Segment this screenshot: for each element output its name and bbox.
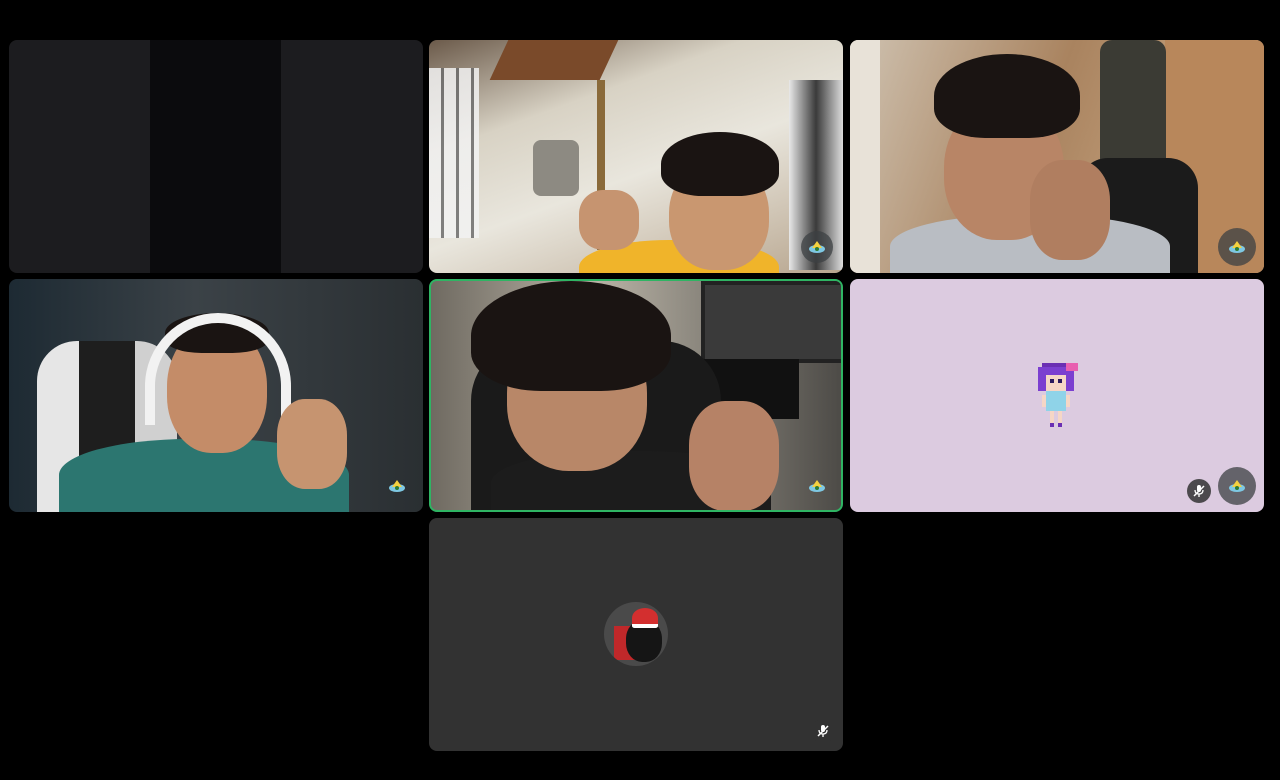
participant-tile-7[interactable] <box>429 518 843 751</box>
ceiling-beam <box>489 40 619 80</box>
hair <box>471 281 671 391</box>
hair <box>661 132 779 196</box>
audio-level-badge <box>381 470 413 502</box>
pixel-character-avatar <box>1038 363 1078 427</box>
window-bars <box>429 68 479 238</box>
audio-level-badge <box>801 231 833 263</box>
hair <box>934 54 1080 138</box>
mic-off-indicator <box>1187 479 1211 503</box>
audio-level-badge <box>1218 467 1256 505</box>
door-frame <box>850 40 880 273</box>
audio-level-icon <box>809 241 825 253</box>
video-letterbox <box>150 40 281 273</box>
audio-level-icon <box>1229 480 1245 492</box>
participant-tile-1[interactable] <box>9 40 423 273</box>
audio-level-badge <box>1218 228 1256 266</box>
cat-avatar <box>604 602 668 666</box>
audio-level-icon <box>809 480 825 492</box>
hanging-bag <box>533 140 579 196</box>
participant-tile-4[interactable] <box>9 279 423 512</box>
audio-level-icon <box>389 480 405 492</box>
audio-level-badge <box>801 470 833 502</box>
mic-off-icon <box>817 725 829 737</box>
audio-level-icon <box>1229 241 1245 253</box>
thumbs-up-hand <box>689 401 779 510</box>
thumbs-up-hand <box>277 399 347 489</box>
mic-off-indicator <box>811 719 835 743</box>
mic-off-icon <box>1193 485 1205 497</box>
hand-pointing <box>579 190 639 250</box>
hand-rock-sign <box>1030 160 1110 260</box>
santa-hat <box>632 608 658 628</box>
participant-tile-3[interactable] <box>850 40 1264 273</box>
participant-tile-5-active-speaker[interactable] <box>429 279 843 512</box>
participant-tile-6[interactable] <box>850 279 1264 512</box>
wall-poster <box>701 281 841 363</box>
participant-tile-2[interactable] <box>429 40 843 273</box>
